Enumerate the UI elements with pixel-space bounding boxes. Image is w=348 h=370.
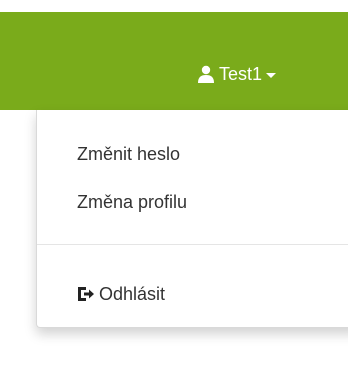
- user-icon: [197, 65, 215, 83]
- menu-divider: [37, 244, 348, 245]
- logout-icon: [77, 285, 95, 303]
- logout-label: Odhlásit: [99, 284, 166, 304]
- caret-down-icon: [266, 72, 277, 78]
- user-name: Test1: [219, 63, 263, 84]
- user-menu-toggle[interactable]: Test1: [197, 62, 277, 86]
- menu-item-change-password[interactable]: Změnit heslo: [77, 142, 180, 166]
- navbar: Test1: [0, 12, 348, 110]
- user-dropdown-menu: Změnit heslo Změna profilu Odhlásit: [36, 110, 348, 328]
- menu-item-change-profile[interactable]: Změna profilu: [77, 190, 187, 214]
- menu-item-logout[interactable]: Odhlásit: [77, 282, 165, 306]
